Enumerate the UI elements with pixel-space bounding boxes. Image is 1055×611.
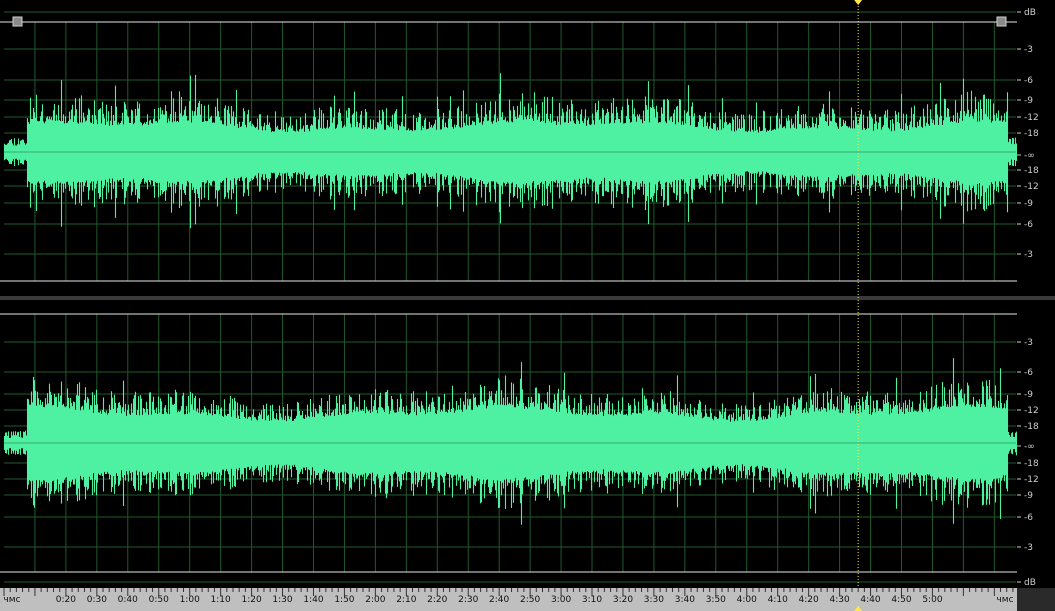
ruler-tick-label: 4:30 [829,595,849,605]
db-scale-label: -9 [1024,390,1033,400]
channel-divider [0,296,1055,300]
ruler-tick-label: 4:40 [860,595,880,605]
db-scale-label: -6 [1024,76,1033,86]
ruler-tick-label: 5:00 [922,595,942,605]
ruler-tick-label: 2:40 [489,595,509,605]
ruler-tick-label: 3:30 [644,595,664,605]
db-scale-label: -18 [1024,422,1039,432]
ruler-tick-label: 2:10 [396,595,416,605]
db-scale-label: -9 [1024,491,1033,501]
ruler-tick-label: 1:40 [303,595,323,605]
ruler-tick-label: 4:50 [891,595,911,605]
db-scale-label: -3 [1024,45,1033,55]
channel-1-track[interactable] [0,0,1055,296]
time-ruler[interactable]: чмс чмс 0:20 0:30 0:40 0:50 1:00 1:10 1:20 1:30 1:… [0,588,1055,611]
db-scale-label: -9 [1024,96,1033,106]
db-scale-label: -6 [1024,368,1033,378]
right-handle-icon[interactable] [996,16,1007,27]
db-scale-label: -6 [1024,220,1033,230]
db-scale-label: -∞ [1024,151,1035,161]
db-scale-label: dB [1024,8,1036,18]
left-handle-icon[interactable] [12,16,23,27]
db-scale-label: dB [1024,578,1036,588]
channel-2-db-scale: -3 -6 -9 -12 -18 -∞ -18 -12 -9 -6 -3 dB [1017,300,1055,588]
ruler-tick-label: 3:50 [706,595,726,605]
ruler-tick-label: 0:40 [118,595,138,605]
ruler-tick-label: 3:20 [613,595,633,605]
channel-1-db-scale: dB -3 -6 -9 -12 -18 -∞ -18 -12 -9 -6 -3 [1017,8,1055,296]
ruler-tick-label: 1:20 [241,595,261,605]
db-scale-label: -12 [1024,406,1039,416]
db-scale-label: -3 [1024,543,1033,553]
waveform-editor[interactable]: dB -3 -6 -9 -12 -18 -∞ -18 -12 -9 -6 -3 -3 -6 -9 -12 -1… [0,0,1055,611]
ruler-tick-label: 3:00 [551,595,571,605]
ruler-tick-label: 0:20 [56,595,76,605]
ruler-tick-label: 0:30 [87,595,107,605]
db-scale-label: -12 [1024,475,1039,485]
ruler-tick-label: 2:00 [365,595,385,605]
waveform-view[interactable]: dB -3 -6 -9 -12 -18 -∞ -18 -12 -9 -6 -3 -3 -6 -9 -12 -1… [0,0,1055,611]
ruler-tick-label: 2:30 [458,595,478,605]
db-scale-label: -6 [1024,513,1033,523]
ruler-start-label: чмс [3,595,20,605]
db-scale-label: -18 [1024,166,1039,176]
ruler-tick-label: 2:50 [520,595,540,605]
db-scale-label: -18 [1024,459,1039,469]
ruler-tick-label: 2:20 [427,595,447,605]
db-scale-label: -12 [1024,113,1039,123]
ruler-end-label: чмс [996,595,1013,605]
ruler-tick-label: 0:50 [149,595,169,605]
ruler-tick-label: 4:20 [799,595,819,605]
db-scale-label: -18 [1024,129,1039,139]
ruler-tick-label: 4:00 [737,595,757,605]
db-scale-label: -12 [1024,182,1039,192]
db-scale-label: -9 [1024,199,1033,209]
ruler-tick-label: 1:30 [272,595,292,605]
ruler-tick-label: 3:40 [675,595,695,605]
db-scale-label: -∞ [1024,442,1035,452]
ruler-tick-label: 4:10 [768,595,788,605]
ruler-tick-label: 3:10 [582,595,602,605]
db-scale-label: -3 [1024,250,1033,260]
ruler-tick-label: 1:00 [180,595,200,605]
ruler-tick-label: 1:50 [334,595,354,605]
db-scale-label: -3 [1024,338,1033,348]
ruler-tick-label: 1:10 [211,595,231,605]
channel-2-track[interactable] [0,296,1055,588]
